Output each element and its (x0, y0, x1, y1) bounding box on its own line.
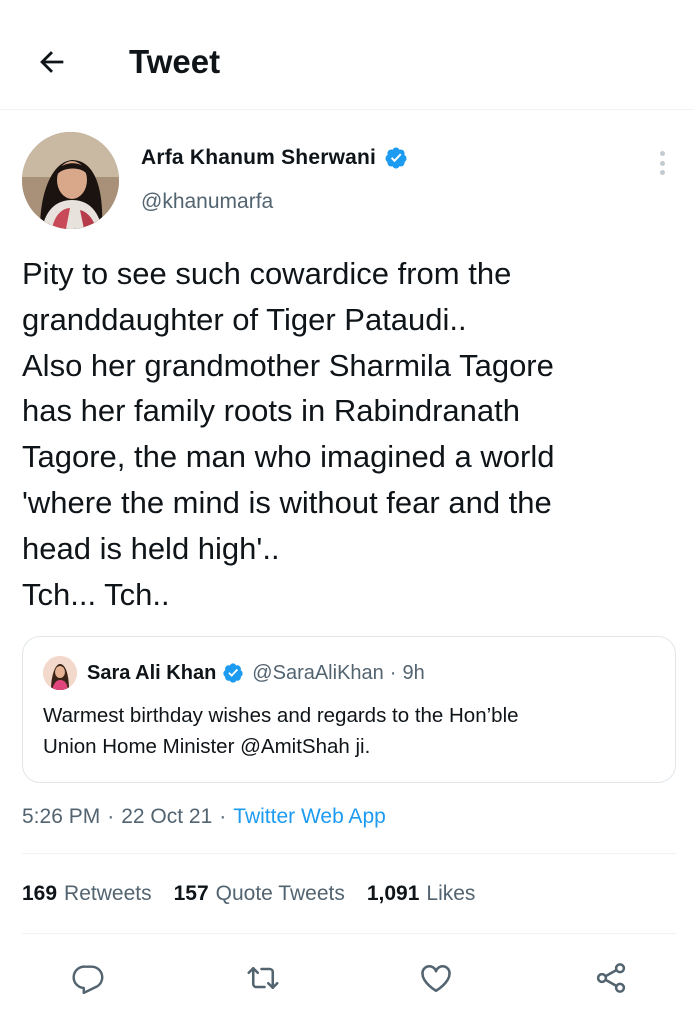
retweet-button[interactable] (243, 958, 283, 998)
quoted-tweet-body: Warmest birthday wishes and regards to t… (43, 700, 653, 762)
tweet-line: head is held high'.. (22, 530, 280, 566)
reply-button[interactable] (68, 958, 108, 998)
quoted-tweet-header: Sara Ali Khan @SaraAliKhan · 9h (43, 656, 425, 690)
more-dot (659, 160, 665, 166)
author-avatar[interactable] (22, 132, 119, 229)
author-handle[interactable]: @khanumarfa (141, 190, 273, 214)
verified-badge-icon (223, 663, 243, 683)
tweet-body: Pity to see such cowardice from the gran… (22, 251, 672, 617)
quoted-timestamp: 9h (402, 661, 425, 684)
verified-badge-icon (385, 147, 407, 169)
retweets-stat[interactable]: 169 Retweets (22, 882, 152, 906)
tweet-line: Tch... Tch.. (22, 576, 170, 612)
tweet-time[interactable]: 5:26 PM (22, 805, 100, 829)
quote-tweets-stat[interactable]: 157 Quote Tweets (174, 882, 345, 906)
tweet-line: Pity to see such cowardice from the (22, 256, 512, 291)
tweet-metadata: 5:26 PM · 22 Oct 21 · Twitter Web App (22, 800, 386, 834)
top-bar: Tweet (0, 0, 694, 110)
tweet-author: Arfa Khanum Sherwani @khanumarfa (22, 132, 672, 232)
more-dot (659, 170, 665, 175)
tweet-line: Also her grandmother Sharmila Tagore (22, 347, 554, 383)
more-options-button[interactable] (650, 148, 674, 178)
like-icon (421, 965, 451, 993)
like-button[interactable] (416, 958, 456, 998)
action-bar (0, 950, 694, 1006)
tweet-line: has her family roots in Rabindranath (22, 393, 520, 429)
quoted-line: Union Home Minister @AmitShah ji. (43, 735, 371, 758)
author-name[interactable]: Arfa Khanum Sherwani (141, 146, 376, 170)
quoted-author-name: Sara Ali Khan (87, 661, 217, 684)
divider (22, 853, 676, 854)
quote-tweets-count: 157 (173, 882, 209, 905)
tweet-stats: 169 Retweets 157 Quote Tweets 1,091 Like… (22, 877, 497, 911)
tweet-source-link[interactable]: Twitter Web App (233, 805, 386, 829)
share-icon (596, 963, 626, 993)
share-button[interactable] (591, 958, 631, 998)
back-button[interactable] (30, 40, 74, 84)
more-vertical-icon (659, 151, 665, 156)
likes-count: 1,091 (366, 882, 420, 905)
author-avatar-image (22, 132, 119, 229)
retweets-label: Retweets (64, 882, 152, 905)
retweets-count: 169 (22, 882, 58, 905)
quoted-tweet[interactable]: Sara Ali Khan @SaraAliKhan · 9h Warmest … (22, 636, 676, 783)
likes-label: Likes (426, 882, 476, 905)
tweet-line: Tagore, the man who imagined a world (22, 439, 555, 475)
quoted-author-handle: @SaraAliKhan (252, 661, 384, 684)
tweet-line: granddaughter of Tiger Pataudi.. (22, 301, 467, 337)
retweet-icon (247, 966, 279, 990)
likes-stat[interactable]: 1,091 Likes (367, 882, 476, 906)
tweet-date[interactable]: 22 Oct 21 (121, 805, 212, 829)
quoted-avatar-image (43, 656, 77, 690)
quoted-author-avatar (43, 656, 77, 690)
quoted-line: Warmest birthday wishes and regards to t… (43, 704, 519, 727)
page-title: Tweet (129, 43, 221, 80)
divider (22, 933, 676, 934)
reply-icon (72, 965, 104, 995)
quoted-separator: · (389, 661, 397, 684)
author-name-row: Arfa Khanum Sherwani (141, 146, 408, 170)
tweet-line: 'where the mind is without fear and the (22, 484, 552, 520)
arrow-left-icon (40, 51, 64, 73)
meta-separator: · (107, 805, 115, 828)
quote-tweets-label: Quote Tweets (215, 882, 345, 905)
meta-separator: · (219, 805, 227, 828)
